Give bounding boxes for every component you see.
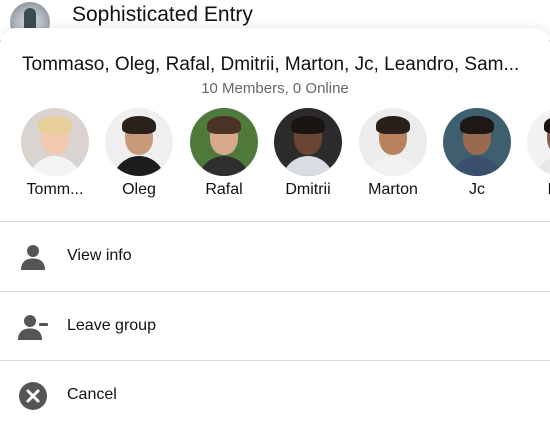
member-item[interactable]: Lea [521,108,550,199]
person-icon [21,245,45,270]
member-item[interactable]: Oleg [99,108,179,199]
view-info-button[interactable]: View info [0,223,550,291]
divider [0,221,550,222]
member-name: Rafal [205,181,243,198]
screen: Sophisticated Entry Tommaso, Oleg, Rafal… [0,0,550,427]
member-item[interactable]: Marton [353,108,433,199]
member-avatar [359,108,427,176]
conversation-title: Sophisticated Entry [72,3,253,26]
divider [0,291,550,292]
leave-group-label: Leave group [67,317,156,334]
member-item[interactable]: Jc [437,108,517,199]
member-name: Marton [368,181,418,198]
group-bottom-sheet: Tommaso, Oleg, Rafal, Dmitrii, Marton, J… [0,28,550,427]
view-info-label: View info [67,247,132,264]
member-avatar [274,108,342,176]
member-list: Tomm... Oleg Rafal Dmitrii Marton Jc Lea [0,108,550,208]
group-member-count: 10 Members, 0 Online [201,80,349,97]
member-avatar [21,108,89,176]
person-remove-icon [18,315,48,340]
cancel-button[interactable]: Cancel [0,362,550,427]
member-name: Oleg [122,181,156,198]
member-avatar [105,108,173,176]
member-name: Tomm... [26,181,84,198]
member-name: Lea [521,181,550,199]
member-avatar [190,108,258,176]
divider [0,360,550,361]
member-avatar [527,108,550,176]
member-name: Jc [469,181,485,198]
leave-group-button[interactable]: Leave group [0,293,550,361]
member-item[interactable]: Tomm... [15,108,95,199]
cancel-icon [19,382,47,410]
member-name: Dmitrii [285,181,331,198]
member-item[interactable]: Rafal [184,108,264,199]
member-avatar [443,108,511,176]
group-title: Tommaso, Oleg, Rafal, Dmitrii, Marton, J… [22,54,520,75]
cancel-label: Cancel [67,386,117,403]
member-item[interactable]: Dmitrii [268,108,348,199]
